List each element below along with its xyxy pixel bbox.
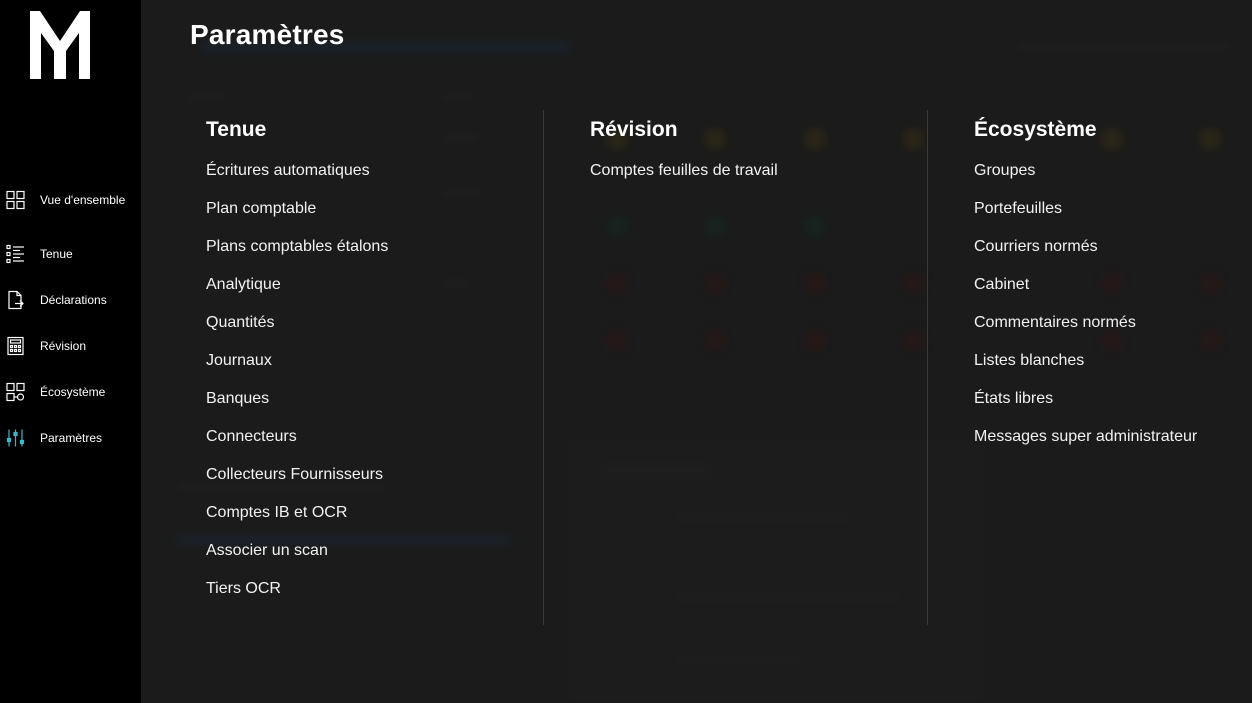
menu-item-collecteurs-fournisseurs[interactable]: Collecteurs Fournisseurs [206, 465, 388, 503]
menu-item-ecritures-automatiques[interactable]: Écritures automatiques [206, 161, 388, 199]
sidebar-item-label: Écosystème [40, 385, 106, 399]
menu-item-tiers-ocr[interactable]: Tiers OCR [206, 579, 388, 617]
sidebar-item-label: Vue d'ensemble [40, 193, 126, 207]
sidebar-item-vue-ensemble[interactable]: Vue d'ensemble [0, 180, 141, 220]
sidebar-item-label: Paramètres [40, 431, 103, 445]
menu-column-title: Écosystème [974, 118, 1097, 141]
menu-item-cabinet[interactable]: Cabinet [974, 275, 1197, 313]
menu-item-connecteurs[interactable]: Connecteurs [206, 427, 388, 465]
menu-item-associer-scan[interactable]: Associer un scan [206, 541, 388, 579]
document-export-icon [6, 290, 25, 310]
menu-item-etats-libres[interactable]: États libres [974, 389, 1197, 427]
sidebar-item-parametres[interactable]: Paramètres [0, 418, 141, 458]
menu-column-title: Révision [590, 118, 678, 141]
list-icon [6, 244, 25, 264]
menu-item-groupes[interactable]: Groupes [974, 161, 1197, 199]
menu-item-portefeuilles[interactable]: Portefeuilles [974, 199, 1197, 237]
column-divider [927, 110, 928, 625]
page-title: Paramètres [190, 19, 345, 50]
menu-list: Groupes Portefeuilles Courriers normés C… [974, 161, 1197, 465]
menu-item-listes-blanches[interactable]: Listes blanches [974, 351, 1197, 389]
logo[interactable] [30, 11, 90, 79]
sliders-icon [6, 429, 25, 448]
menu-column-ecosysteme: Écosystème Groupes Portefeuilles Courrie… [974, 115, 1197, 465]
ecosystem-icon [6, 382, 25, 402]
column-divider [543, 110, 544, 625]
menu-item-courriers-normes[interactable]: Courriers normés [974, 237, 1197, 275]
sidebar-item-revision[interactable]: Révision [0, 326, 141, 366]
menu-column-revision: Révision Comptes feuilles de travail [590, 115, 778, 199]
menu-item-analytique[interactable]: Analytique [206, 275, 388, 313]
menu-item-banques[interactable]: Banques [206, 389, 388, 427]
menu-column-tenue: Tenue Écritures automatiques Plan compta… [206, 115, 388, 617]
sidebar-item-tenue[interactable]: Tenue [0, 234, 141, 274]
sidebar-item-ecosysteme[interactable]: Écosystème [0, 372, 141, 412]
sidebar-item-label: Révision [40, 339, 87, 353]
menu-column-title: Tenue [206, 118, 267, 141]
menu-item-comptes-ib-ocr[interactable]: Comptes IB et OCR [206, 503, 388, 541]
menu-item-plans-comptables-etalons[interactable]: Plans comptables étalons [206, 237, 388, 275]
logo-mark [30, 11, 90, 79]
menu-item-plan-comptable[interactable]: Plan comptable [206, 199, 388, 237]
dashboard-grid-icon [6, 190, 25, 210]
calculator-icon [6, 336, 25, 356]
menu-item-messages-super-admin[interactable]: Messages super administrateur [974, 427, 1197, 465]
menu-item-quantites[interactable]: Quantités [206, 313, 388, 351]
menu-list: Écritures automatiques Plan comptable Pl… [206, 161, 388, 617]
sidebar-item-label: Tenue [40, 247, 73, 261]
menu-item-journaux[interactable]: Journaux [206, 351, 388, 389]
sidebar: Vue d'ensemble Tenue Déclarations Révisi… [0, 0, 141, 703]
menu-item-comptes-feuilles-travail[interactable]: Comptes feuilles de travail [590, 161, 778, 199]
menu-item-commentaires-normes[interactable]: Commentaires normés [974, 313, 1197, 351]
menu-list: Comptes feuilles de travail [590, 161, 778, 199]
sidebar-item-declarations[interactable]: Déclarations [0, 280, 141, 320]
sidebar-item-label: Déclarations [40, 293, 107, 307]
